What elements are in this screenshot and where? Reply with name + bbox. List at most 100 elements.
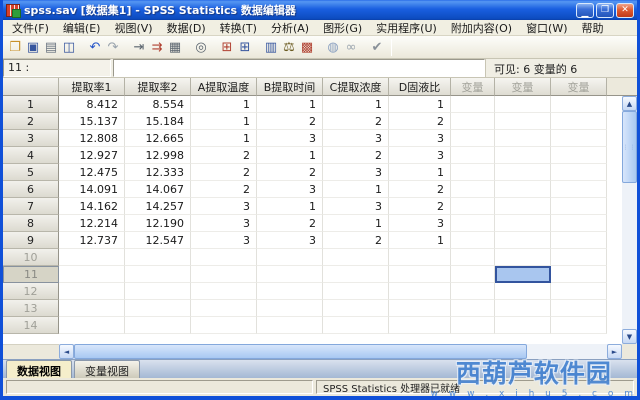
cell[interactable] <box>451 300 495 317</box>
minimize-button[interactable]: ▁ <box>576 3 594 18</box>
cell[interactable] <box>125 266 191 283</box>
cell[interactable] <box>451 283 495 300</box>
cell[interactable]: 3 <box>323 198 389 215</box>
cell[interactable] <box>551 96 607 113</box>
spss-app-icon[interactable] <box>6 4 20 17</box>
save-icon[interactable]: ▣ <box>24 38 42 57</box>
cell[interactable] <box>495 96 551 113</box>
cell[interactable]: 3 <box>257 130 323 147</box>
cell-editor-input[interactable] <box>113 59 485 77</box>
cell[interactable] <box>451 147 495 164</box>
cell[interactable] <box>451 130 495 147</box>
row-header[interactable]: 7 <box>3 198 59 215</box>
row-header[interactable]: 6 <box>3 181 59 198</box>
scroll-up-icon[interactable]: ▲ <box>622 96 637 111</box>
cell[interactable] <box>191 283 257 300</box>
row-header[interactable]: 12 <box>3 283 59 300</box>
tab-data-view[interactable]: 数据视图 <box>6 360 72 378</box>
tab-variable-view[interactable]: 变量视图 <box>74 360 140 378</box>
menu-file[interactable]: 文件(F) <box>5 19 56 37</box>
horizontal-scroll-track[interactable] <box>74 344 607 359</box>
cell[interactable] <box>59 249 125 266</box>
cell[interactable]: 14.091 <box>59 181 125 198</box>
cell[interactable] <box>451 113 495 130</box>
cell[interactable] <box>451 249 495 266</box>
cell[interactable] <box>389 249 451 266</box>
cell[interactable]: 3 <box>389 130 451 147</box>
cell[interactable] <box>125 317 191 334</box>
cell[interactable] <box>257 249 323 266</box>
cell[interactable] <box>191 317 257 334</box>
menu-utilities[interactable]: 实用程序(U) <box>369 19 444 37</box>
cell[interactable] <box>551 147 607 164</box>
cell[interactable]: 14.162 <box>59 198 125 215</box>
cell[interactable]: 2 <box>389 113 451 130</box>
vertical-scroll-thumb[interactable]: ⋮⋮ <box>622 111 637 183</box>
row-header[interactable]: 2 <box>3 113 59 130</box>
cell[interactable]: 3 <box>191 198 257 215</box>
vertical-scrollbar[interactable]: ▲ ⋮⋮ ▼ <box>622 96 637 344</box>
cell[interactable] <box>495 300 551 317</box>
cell[interactable] <box>551 164 607 181</box>
insert-cases-icon[interactable]: ⊞ <box>218 38 236 57</box>
cell[interactable] <box>323 266 389 283</box>
cell[interactable]: 3 <box>389 215 451 232</box>
cell[interactable] <box>389 283 451 300</box>
cell[interactable] <box>59 283 125 300</box>
cell[interactable]: 12.547 <box>125 232 191 249</box>
cell[interactable] <box>389 266 451 283</box>
row-header[interactable]: 13 <box>3 300 59 317</box>
cell[interactable]: 3 <box>389 147 451 164</box>
value-labels-icon[interactable]: ▩ <box>298 38 316 57</box>
row-header[interactable]: 4 <box>3 147 59 164</box>
menu-transform[interactable]: 转换(T) <box>213 19 264 37</box>
cell[interactable] <box>125 249 191 266</box>
cell[interactable]: 1 <box>257 147 323 164</box>
row-header[interactable]: 11 <box>3 266 59 283</box>
column-header[interactable]: 变量 <box>451 78 495 96</box>
scroll-down-icon[interactable]: ▼ <box>622 329 637 344</box>
cell[interactable]: 2 <box>323 147 389 164</box>
cell[interactable] <box>551 283 607 300</box>
open-file-icon[interactable]: ❐ <box>6 38 24 57</box>
column-header[interactable]: D固液比 <box>389 78 451 96</box>
cell[interactable]: 8.554 <box>125 96 191 113</box>
weight-cases-icon[interactable]: ⚖ <box>280 38 298 57</box>
cell[interactable]: 1 <box>389 232 451 249</box>
cell[interactable] <box>451 266 495 283</box>
cell[interactable] <box>551 232 607 249</box>
cell[interactable] <box>551 181 607 198</box>
cell[interactable] <box>451 181 495 198</box>
cell[interactable] <box>59 317 125 334</box>
cell[interactable] <box>495 249 551 266</box>
goto-variable-icon[interactable]: ⇉ <box>148 38 166 57</box>
cell[interactable] <box>551 130 607 147</box>
cell[interactable]: 1 <box>191 130 257 147</box>
goto-case-icon[interactable]: ⇥ <box>130 38 148 57</box>
cell[interactable]: 1 <box>257 198 323 215</box>
cell[interactable] <box>551 215 607 232</box>
cell[interactable] <box>551 266 607 283</box>
cell[interactable] <box>125 283 191 300</box>
cell[interactable] <box>323 249 389 266</box>
row-header[interactable]: 9 <box>3 232 59 249</box>
cell[interactable]: 8.412 <box>59 96 125 113</box>
show-all-variables-icon[interactable]: ∞ <box>342 38 360 57</box>
cell[interactable] <box>451 232 495 249</box>
cell[interactable] <box>59 266 125 283</box>
column-header[interactable]: C提取浓度 <box>323 78 389 96</box>
horizontal-scroll-thumb[interactable] <box>74 344 527 359</box>
cell[interactable]: 14.257 <box>125 198 191 215</box>
cell[interactable] <box>451 317 495 334</box>
cell[interactable] <box>495 283 551 300</box>
column-header[interactable]: 变量 <box>495 78 551 96</box>
cell[interactable]: 3 <box>191 232 257 249</box>
cell[interactable] <box>451 198 495 215</box>
cell[interactable] <box>495 181 551 198</box>
cell[interactable] <box>191 300 257 317</box>
cell[interactable]: 12.927 <box>59 147 125 164</box>
variables-icon[interactable]: ▦ <box>166 38 184 57</box>
menu-add-ons[interactable]: 附加内容(O) <box>444 19 519 37</box>
cell[interactable] <box>59 300 125 317</box>
cell[interactable] <box>257 283 323 300</box>
